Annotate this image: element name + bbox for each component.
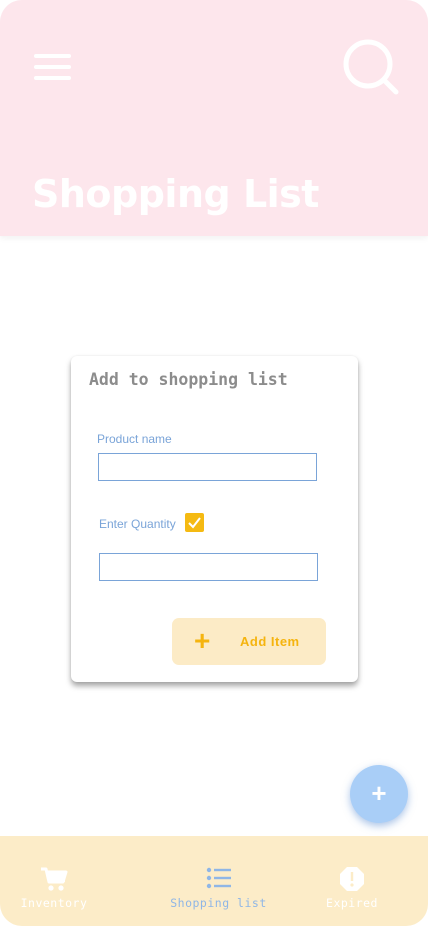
add-item-button[interactable]: + Add Item: [172, 618, 326, 665]
nav-label-expired: Expired: [326, 896, 378, 910]
plus-icon: +: [194, 625, 211, 656]
hamburger-menu-icon[interactable]: [34, 52, 72, 82]
page-title: Shopping List: [32, 172, 319, 216]
plus-icon: +: [371, 778, 387, 808]
quantity-checkbox[interactable]: [185, 513, 204, 532]
add-item-label: Add Item: [240, 634, 300, 649]
search-icon[interactable]: [340, 36, 400, 96]
nav-item-inventory[interactable]: Inventory: [0, 836, 108, 926]
checkmark-icon: [188, 517, 201, 529]
nav-item-shopping-list[interactable]: Shopping list: [160, 836, 277, 926]
product-name-input[interactable]: [98, 453, 317, 481]
nav-item-expired[interactable]: Expired: [320, 836, 384, 926]
list-icon: [206, 867, 231, 889]
floating-add-button[interactable]: +: [350, 765, 408, 823]
nav-label-inventory: Inventory: [20, 896, 88, 910]
product-name-label: Product name: [97, 432, 172, 446]
app-screen: Shopping List Add to shopping list Produ…: [0, 0, 428, 926]
nav-label-shopping-list: Shopping list: [170, 896, 267, 910]
quantity-label: Enter Quantity: [99, 517, 176, 531]
add-to-shopping-list-dialog: Add to shopping list Product name Enter …: [71, 356, 358, 682]
quantity-input[interactable]: [99, 553, 318, 581]
cart-icon: [41, 867, 68, 891]
app-header: Shopping List: [0, 0, 428, 236]
alert-icon: [340, 867, 364, 891]
bottom-navigation: Inventory Shopping list Expired: [0, 836, 428, 926]
dialog-title: Add to shopping list: [89, 370, 288, 389]
